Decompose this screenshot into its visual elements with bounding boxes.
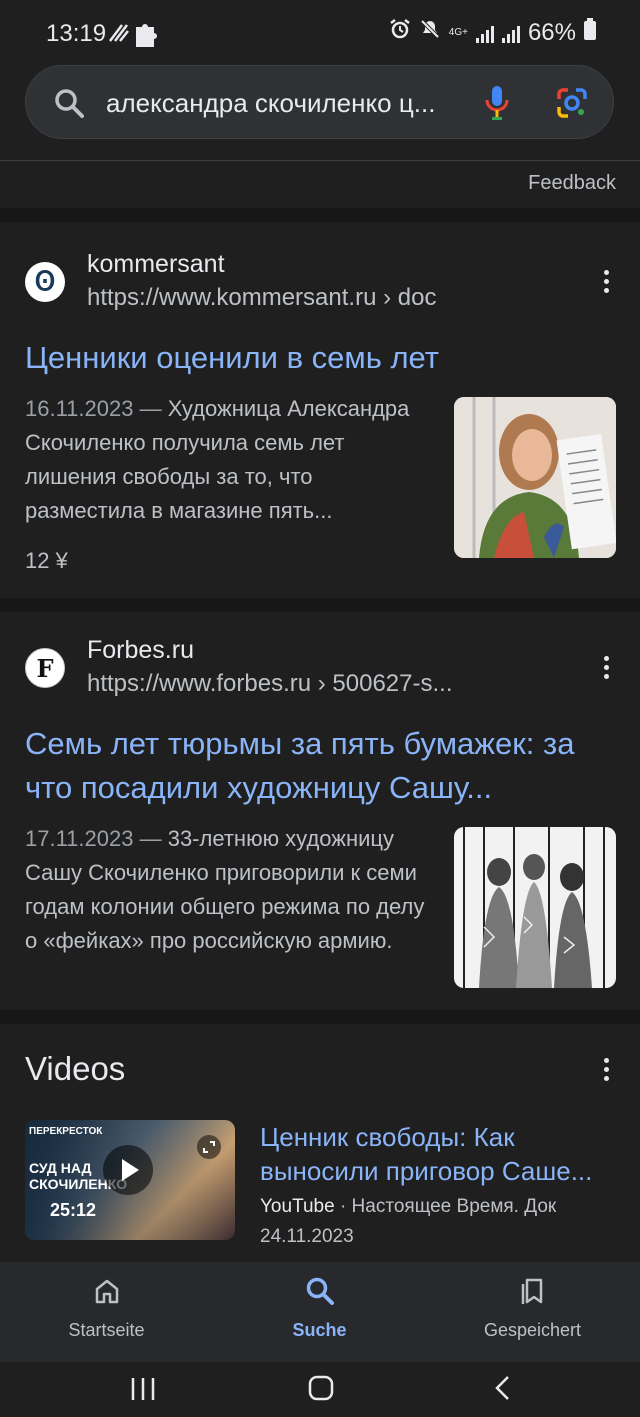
nav-label: Suche	[292, 1320, 347, 1340]
status-time: 13:19	[46, 20, 107, 47]
network-type: 4G+	[448, 26, 468, 38]
search-icon	[54, 88, 84, 123]
lens-icon[interactable]	[556, 87, 588, 124]
site-url[interactable]: https://www.kommersant.ru › doc	[87, 284, 436, 312]
video-title-link[interactable]: Ценник свободы: Как выносили приговор Са…	[260, 1120, 620, 1188]
video-date: 24.11.2023	[260, 1226, 354, 1247]
result-date: 17.11.2023 —	[25, 826, 162, 851]
result-thumbnail[interactable]	[454, 827, 616, 988]
feedback-link[interactable]: Feedback	[528, 172, 616, 195]
result-price: 12 ¥	[25, 548, 68, 573]
site-url[interactable]: https://www.forbes.ru › 500627-s...	[87, 670, 453, 698]
nav-saved[interactable]: Gespeichert	[426, 1262, 639, 1362]
result-snippet: 16.11.2023 — Художница Александра Скочил…	[25, 392, 425, 528]
expand-icon[interactable]	[197, 1135, 221, 1159]
search-icon	[305, 1276, 335, 1311]
battery-icon	[584, 18, 596, 47]
home-button-icon[interactable]	[307, 1374, 335, 1407]
nav-home[interactable]: Startseite	[0, 1262, 213, 1362]
search-result: Ꙩ kommersant https://www.kommersant.ru ›…	[0, 222, 640, 598]
extension-icon	[134, 21, 160, 54]
section-separator	[0, 208, 640, 222]
recent-apps-icon[interactable]	[130, 1376, 156, 1407]
back-icon[interactable]	[490, 1374, 516, 1407]
signal-icon-2	[501, 23, 520, 43]
forbes-favicon-icon: F	[25, 648, 65, 688]
result-date: 16.11.2023 —	[25, 396, 162, 421]
nav-label: Gespeichert	[483, 1320, 582, 1340]
video-source: YouTube	[260, 1196, 335, 1217]
search-input[interactable]: александра скочиленко ц...	[106, 88, 435, 119]
videos-heading: Videos	[25, 1050, 126, 1087]
result-snippet: 17.11.2023 — 33-летнюю художницу Сашу Ск…	[25, 822, 435, 958]
site-name[interactable]: Forbes.ru	[87, 636, 194, 665]
play-icon[interactable]	[103, 1145, 153, 1195]
more-options-icon[interactable]	[604, 270, 610, 293]
system-navigation-bar	[0, 1362, 640, 1417]
site-name[interactable]: kommersant	[87, 250, 225, 279]
video-channel: · Настоящее Время. Док	[339, 1196, 557, 1217]
kommersant-favicon-icon: Ꙩ	[25, 262, 65, 302]
signal-icon	[475, 23, 494, 43]
status-bar: 13:19 4G+ 66%	[0, 0, 640, 60]
video-meta: YouTube · Настоящее Время. Док	[260, 1196, 556, 1218]
more-options-icon[interactable]	[604, 1058, 610, 1081]
mute-icon	[419, 18, 441, 47]
home-icon	[92, 1276, 122, 1311]
bookmarks-icon	[518, 1276, 548, 1311]
nav-search[interactable]: Suche	[213, 1262, 426, 1362]
bottom-navigation: Startseite Suche Gespeichert	[0, 1262, 640, 1362]
video-duration: 25:12	[50, 1200, 97, 1220]
result-title-link[interactable]: Ценники оценили в семь лет	[25, 336, 615, 380]
thumbnail-caption: ПЕРЕКРЕСТОК	[29, 1126, 103, 1137]
alarm-icon	[389, 18, 411, 47]
section-separator	[0, 598, 640, 612]
result-title-link[interactable]: Семь лет тюрьмы за пять бумажек: за что …	[25, 722, 615, 810]
search-box[interactable]: александра скочиленко ц...	[25, 65, 614, 139]
section-separator	[0, 1010, 640, 1024]
more-options-icon[interactable]	[604, 656, 610, 679]
nav-label: Startseite	[68, 1320, 145, 1340]
video-thumbnail[interactable]: ПЕРЕКРЕСТОК СУД НАД СКОЧИЛЕНКО 25:12	[25, 1120, 235, 1240]
battery-percent: 66%	[527, 18, 576, 46]
status-icons: 4G+ 66%	[389, 18, 596, 47]
result-thumbnail[interactable]	[454, 397, 616, 558]
divider	[0, 160, 640, 161]
search-result: F Forbes.ru https://www.forbes.ru › 5006…	[0, 612, 640, 1010]
data-saver-icon	[108, 23, 130, 48]
microphone-icon[interactable]	[484, 84, 510, 127]
